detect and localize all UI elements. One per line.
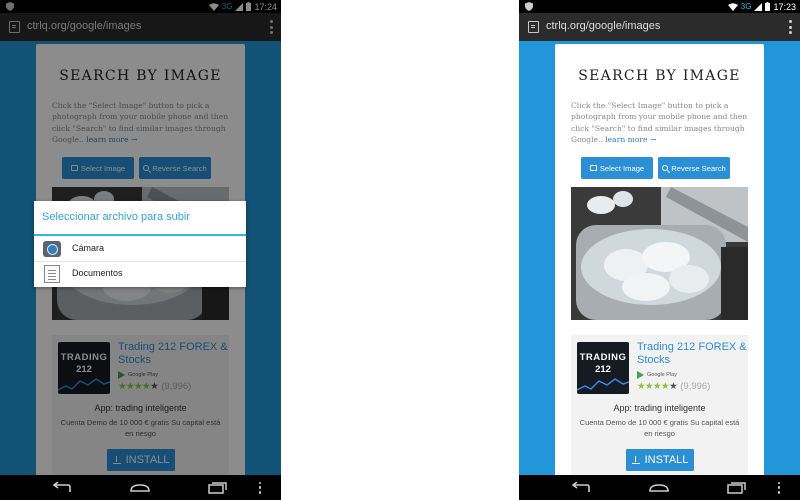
battery-icon bbox=[765, 2, 771, 11]
back-icon bbox=[52, 481, 71, 492]
system-nav-bar bbox=[0, 475, 281, 500]
camera-label: Cámara bbox=[72, 243, 105, 253]
install-label: INSTALL bbox=[644, 454, 689, 466]
phone-screen-right: 3G 17:23 ctrlq.org/google/images SEARCH … bbox=[519, 0, 800, 500]
select-image-button[interactable]: Select Image bbox=[581, 157, 653, 179]
page-title: SEARCH BY IMAGE bbox=[578, 68, 741, 84]
reverse-search-label: Reverse Search bbox=[671, 163, 726, 173]
google-play-icon bbox=[637, 371, 644, 379]
phone-screen-left: 3G 17:24 ctrlq.org/google/images SEARCH … bbox=[0, 0, 281, 500]
clock: 17:23 bbox=[773, 1, 796, 12]
rating-half-star: ★ bbox=[669, 381, 678, 392]
wifi-icon bbox=[727, 2, 738, 11]
ad-title-link[interactable]: Trading 212 FOREX & Stocks bbox=[637, 341, 747, 367]
select-image-label: Select Image bbox=[599, 163, 645, 173]
back-button[interactable] bbox=[47, 475, 77, 500]
search-card: SEARCH BY IMAGE Click the "Select Image"… bbox=[555, 44, 764, 475]
recent-apps-button[interactable] bbox=[203, 475, 233, 500]
rating-stars: ★★★★ bbox=[637, 381, 670, 392]
google-play-label: Google Play bbox=[647, 372, 677, 378]
dialog-divider bbox=[34, 234, 246, 236]
search-icon bbox=[662, 165, 669, 171]
system-nav-bar bbox=[519, 475, 800, 500]
dialog-title: Seleccionar archivo para subir bbox=[42, 211, 190, 223]
intro-body: Click the "Select Image" button to pick … bbox=[571, 101, 748, 145]
learn-more-link[interactable]: learn more → bbox=[605, 135, 656, 144]
selected-photo bbox=[571, 187, 748, 320]
back-button[interactable] bbox=[566, 475, 596, 500]
trading212-logo[interactable]: TRADING 212 bbox=[577, 342, 629, 394]
logo-text-line1: TRADING bbox=[579, 352, 627, 363]
signal-icon bbox=[754, 2, 763, 11]
download-icon bbox=[631, 456, 640, 464]
image-icon bbox=[589, 165, 597, 171]
overflow-menu-icon[interactable] bbox=[788, 20, 792, 34]
rating-count: (9,996) bbox=[680, 381, 711, 392]
reverse-search-button[interactable]: Reverse Search bbox=[658, 157, 730, 179]
rating: ★★★★★ (9,996) bbox=[637, 381, 710, 392]
home-button[interactable] bbox=[644, 475, 674, 500]
status-bar: 3G 17:23 bbox=[519, 0, 800, 13]
menu-button[interactable] bbox=[250, 475, 270, 500]
ad-unit[interactable]: TRADING 212 Trading 212 FOREX & Stocks G… bbox=[571, 335, 748, 475]
more-icon bbox=[258, 481, 262, 494]
logo-text-line2: 212 bbox=[595, 364, 611, 375]
web-content: SEARCH BY IMAGE Click the "Select Image"… bbox=[519, 41, 800, 475]
browser-url-bar[interactable]: ctrlq.org/google/images bbox=[519, 13, 800, 41]
file-chooser-dialog: Seleccionar archivo para subir Cámara Do… bbox=[34, 201, 246, 287]
network-type: 3G bbox=[740, 2, 752, 11]
recent-apps-icon bbox=[208, 481, 227, 494]
documents-icon bbox=[44, 265, 60, 283]
recent-apps-button[interactable] bbox=[722, 475, 752, 500]
ad-description: Cuenta Demo de 10 000 € gratis Su capita… bbox=[579, 418, 740, 438]
camera-icon bbox=[43, 241, 61, 257]
install-button[interactable]: INSTALL bbox=[626, 449, 694, 471]
documents-label: Documentos bbox=[72, 268, 123, 278]
ad-app-line: App: trading inteligente bbox=[613, 403, 706, 413]
page-icon bbox=[528, 21, 539, 33]
google-play-badge: Google Play bbox=[637, 371, 677, 379]
back-icon bbox=[571, 481, 590, 492]
home-icon bbox=[649, 483, 669, 492]
dialog-option-documents[interactable]: Documentos bbox=[34, 262, 246, 287]
url-text[interactable]: ctrlq.org/google/images bbox=[546, 20, 660, 32]
home-icon bbox=[130, 483, 150, 492]
intro-text: Click the "Select Image" button to pick … bbox=[571, 100, 751, 146]
more-icon bbox=[777, 481, 781, 494]
home-button[interactable] bbox=[125, 475, 155, 500]
recent-apps-icon bbox=[727, 481, 746, 494]
shield-icon bbox=[525, 2, 533, 11]
dialog-option-camera[interactable]: Cámara bbox=[34, 237, 246, 262]
menu-button[interactable] bbox=[769, 475, 789, 500]
